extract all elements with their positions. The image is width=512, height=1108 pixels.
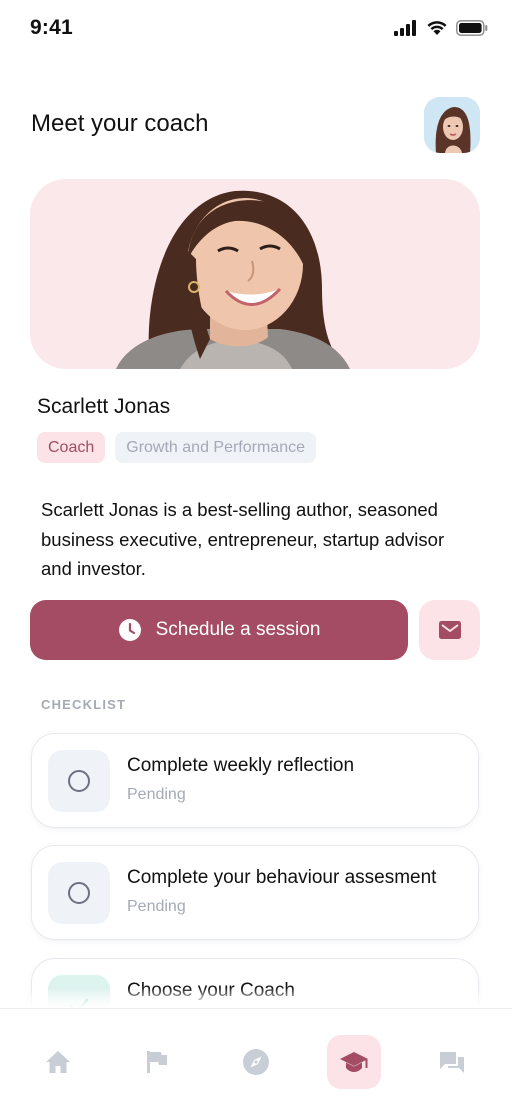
message-coach-button[interactable] (419, 600, 480, 660)
checkbox-icon-container[interactable] (48, 750, 110, 812)
checklist-item[interactable]: Complete weekly reflection Pending (31, 733, 479, 828)
coach-name: Scarlett Jonas (37, 395, 171, 418)
wifi-icon (427, 21, 447, 35)
checkbox-icon-container[interactable] (48, 862, 110, 924)
signal-icon (394, 20, 416, 36)
battery-icon (456, 20, 488, 36)
checklist-item[interactable]: Complete your behaviour assesment Pendin… (31, 845, 479, 940)
focus-area-badge: Growth and Performance (115, 432, 316, 463)
chat-icon (440, 1052, 464, 1073)
coach-bio: Scarlett Jonas is a best-selling author,… (41, 499, 445, 579)
status-bar: 9:41 (0, 0, 512, 58)
checklist-item-status: Pending (127, 898, 186, 915)
bottom-tab-bar (0, 1008, 512, 1108)
checklist-item-status: Pending (127, 786, 186, 803)
empty-circle-icon (68, 770, 90, 792)
status-time: 9:41 (30, 16, 73, 39)
clock-icon (118, 619, 141, 641)
compass-icon (243, 1049, 269, 1075)
checklist-item-title: Complete your behaviour assesment (127, 867, 437, 888)
empty-circle-icon (68, 882, 90, 904)
coach-photo-icon (30, 179, 480, 369)
scroll-fade (0, 988, 512, 1010)
profile-photo-icon (424, 97, 480, 153)
home-icon (46, 1051, 70, 1073)
role-badge: Coach (37, 432, 106, 463)
flag-icon (147, 1051, 167, 1073)
status-icons (394, 20, 488, 36)
tab-home[interactable] (31, 1035, 85, 1089)
tab-explore[interactable] (229, 1035, 283, 1089)
schedule-session-label: Schedule a session (155, 619, 321, 640)
tab-goals[interactable] (130, 1035, 184, 1089)
graduation-cap-icon (340, 1052, 368, 1072)
mail-icon (438, 621, 461, 639)
tab-learning[interactable] (327, 1035, 381, 1089)
coach-tags: Coach Growth and Performance (37, 432, 316, 463)
checklist-label: CHECKLIST (41, 697, 127, 712)
schedule-session-button[interactable]: Schedule a session (30, 600, 408, 660)
coach-hero (30, 179, 480, 369)
page-title: Meet your coach (31, 110, 209, 137)
checklist-item-title: Complete weekly reflection (127, 755, 355, 776)
avatar[interactable] (424, 97, 480, 153)
tab-messages[interactable] (425, 1035, 479, 1089)
